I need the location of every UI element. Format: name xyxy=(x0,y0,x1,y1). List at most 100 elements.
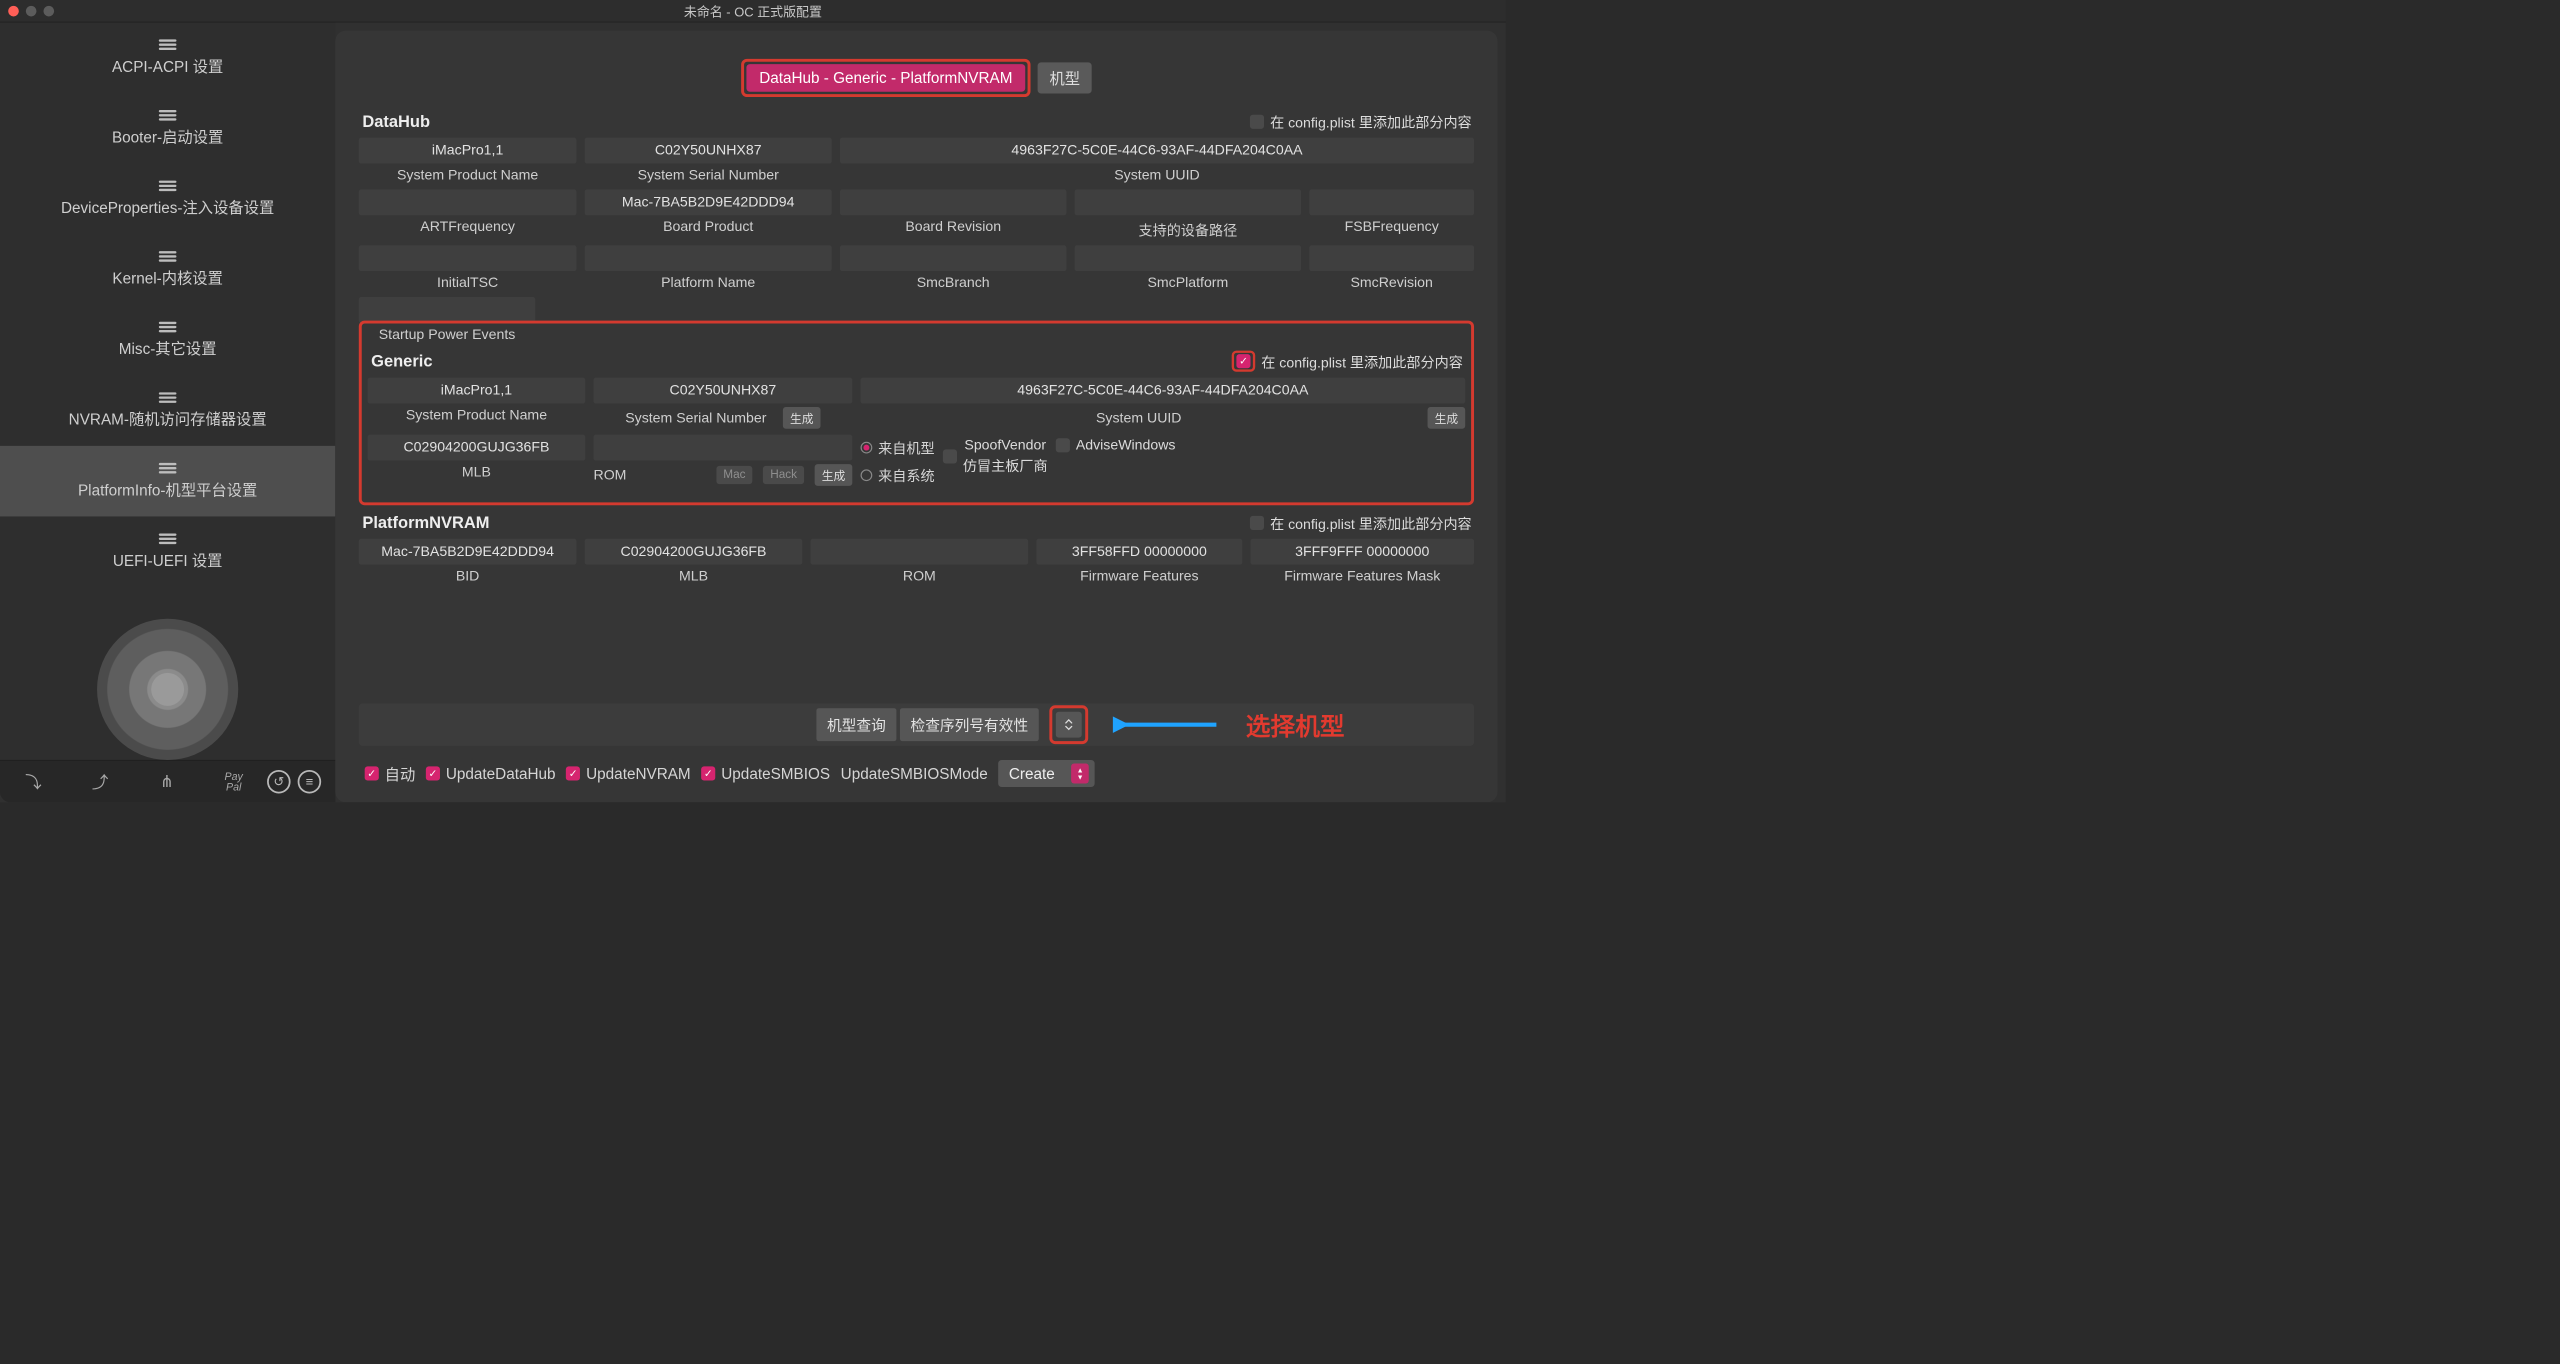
annotation-text: 选择机型 xyxy=(1246,707,1345,743)
nvram-fwfeatures-field[interactable]: 3FF58FFD 00000000 xyxy=(1036,539,1242,565)
minimize-window-button[interactable] xyxy=(26,6,37,17)
main-panel: DataHub - Generic - PlatformNVRAM 机型 Dat… xyxy=(335,31,1497,803)
nvram-rom-field[interactable] xyxy=(811,539,1029,565)
share-icon[interactable]: ⋔ xyxy=(134,760,201,802)
chevron-updown-icon: ▲▼ xyxy=(1071,763,1089,783)
sidebar-item-platforminfo[interactable]: PlatformInfo-机型平台设置 xyxy=(0,446,335,517)
datahub-spn-field[interactable]: iMacPro1,1 xyxy=(359,138,577,164)
tab-datahub-generic-nvram[interactable]: DataHub - Generic - PlatformNVRAM xyxy=(746,64,1025,92)
generic-spn-field[interactable]: iMacPro1,1 xyxy=(368,378,586,404)
field-label: FSBFrequency xyxy=(1345,219,1439,235)
sidebar-item-label: ACPI-ACPI 设置 xyxy=(112,54,223,76)
field-label: System Serial Number xyxy=(625,410,766,426)
generic-uuid-field[interactable]: 4963F27C-5C0E-44C6-93AF-44DFA204C0AA xyxy=(861,378,1466,404)
field-label: SmcPlatform xyxy=(1147,275,1228,291)
window-controls xyxy=(8,6,54,17)
import-icon[interactable]: ⤵ xyxy=(0,760,67,802)
radio-from-system[interactable]: 来自系统 xyxy=(861,465,935,486)
generic-ssn-field[interactable]: C02Y50UNHX87 xyxy=(593,378,852,404)
section-title-datahub: DataHub xyxy=(362,112,430,131)
sidebar-item-nvram[interactable]: NVRAM-随机访问存储器设置 xyxy=(0,375,335,446)
field-label: System Serial Number xyxy=(638,167,779,183)
advisewindows-checkbox[interactable]: AdviseWindows xyxy=(1056,435,1176,454)
sidebar-item-label: Booter-启动设置 xyxy=(112,125,223,147)
window-title: 未命名 - OC 正式版配置 xyxy=(684,1,822,20)
field-label: System Product Name xyxy=(397,167,538,183)
generate-ssn-button[interactable]: 生成 xyxy=(783,407,821,429)
checkbox-highlight: ✓ xyxy=(1232,351,1256,372)
model-query-button[interactable]: 机型查询 xyxy=(816,708,896,741)
datahub-smcplatform-field[interactable] xyxy=(1075,245,1301,271)
updatesmbiosmode-select[interactable]: Create ▲▼ xyxy=(998,760,1094,787)
generic-mlb-field[interactable]: C02904200GUJG36FB xyxy=(368,435,586,461)
field-label: ROM xyxy=(593,467,626,483)
field-label: Firmware Features Mask xyxy=(1284,568,1440,584)
checkbox-icon xyxy=(943,449,957,463)
datahub-smcbranch-field[interactable] xyxy=(840,245,1066,271)
radio-icon xyxy=(861,441,873,453)
field-label: SmcBranch xyxy=(917,275,990,291)
opt-updatedatahub-checkbox[interactable]: ✓UpdateDataHub xyxy=(426,764,556,782)
generic-highlight-box: Generic ✓ 在 config.plist 里添加此部分内容 iMacPr… xyxy=(359,321,1474,506)
checkbox-icon xyxy=(1250,516,1264,530)
spoofvendor-checkbox[interactable]: SpoofVendor仿冒主板厂商 xyxy=(943,435,1048,476)
model-select-dropdown[interactable] xyxy=(1056,712,1082,738)
checkbox-icon: ✓ xyxy=(701,766,715,780)
datahub-boardrev-field[interactable] xyxy=(840,189,1066,215)
export-icon[interactable]: ⤴ xyxy=(67,760,134,802)
list-icon xyxy=(159,463,177,475)
rom-generate-button[interactable]: 生成 xyxy=(815,464,853,486)
zoom-window-button[interactable] xyxy=(44,6,55,17)
datahub-add-checkbox[interactable]: 在 config.plist 里添加此部分内容 xyxy=(1250,111,1472,132)
paypal-icon[interactable]: PayPal xyxy=(200,760,267,802)
field-label: 支持的设备路径 xyxy=(1138,219,1237,240)
sidebar-item-label: UEFI-UEFI 设置 xyxy=(113,548,223,570)
nvram-add-checkbox[interactable]: 在 config.plist 里添加此部分内容 xyxy=(1250,512,1472,533)
sidebar-item-misc[interactable]: Misc-其它设置 xyxy=(0,305,335,376)
list-icon xyxy=(159,110,177,122)
titlebar: 未命名 - OC 正式版配置 xyxy=(0,0,1506,22)
datahub-ssn-field[interactable]: C02Y50UNHX87 xyxy=(585,138,832,164)
datahub-artfreq-field[interactable] xyxy=(359,189,577,215)
opt-updatenvram-checkbox[interactable]: ✓UpdateNVRAM xyxy=(566,764,691,782)
check-serial-button[interactable]: 检查序列号有效性 xyxy=(900,708,1039,741)
field-label: Board Product xyxy=(663,219,753,235)
menu-button[interactable]: ≡ xyxy=(298,770,322,794)
list-icon xyxy=(159,251,177,263)
sidebar-item-booter[interactable]: Booter-启动设置 xyxy=(0,93,335,164)
tab-model[interactable]: 机型 xyxy=(1038,62,1092,93)
radio-icon xyxy=(861,469,873,481)
checkbox-icon: ✓ xyxy=(1237,354,1251,368)
sidebar-item-kernel[interactable]: Kernel-内核设置 xyxy=(0,234,335,305)
field-label: Board Revision xyxy=(905,219,1001,235)
nvram-bid-field[interactable]: Mac-7BA5B2D9E42DDD94 xyxy=(359,539,577,565)
datahub-fsbfreq-field[interactable] xyxy=(1309,189,1474,215)
list-icon xyxy=(159,39,177,51)
rom-mac-button[interactable]: Mac xyxy=(716,466,752,484)
opt-auto-checkbox[interactable]: ✓自动 xyxy=(365,763,416,785)
datahub-smcrevision-field[interactable] xyxy=(1309,245,1474,271)
close-window-button[interactable] xyxy=(8,6,19,17)
datahub-platformname-field[interactable] xyxy=(585,245,832,271)
datahub-boardproduct-field[interactable]: Mac-7BA5B2D9E42DDD94 xyxy=(585,189,832,215)
generic-add-checkbox[interactable]: ✓ 在 config.plist 里添加此部分内容 xyxy=(1232,351,1463,372)
sidebar-item-deviceproperties[interactable]: DeviceProperties-注入设备设置 xyxy=(0,164,335,235)
nvram-fwfeaturesmask-field[interactable]: 3FFF9FFF 00000000 xyxy=(1251,539,1475,565)
datahub-uuid-field[interactable]: 4963F27C-5C0E-44C6-93AF-44DFA204C0AA xyxy=(840,138,1474,164)
nvram-mlb-field[interactable]: C02904200GUJG36FB xyxy=(585,539,803,565)
sidebar-item-acpi[interactable]: ACPI-ACPI 设置 xyxy=(0,22,335,93)
model-dropdown-highlight xyxy=(1049,705,1088,744)
generic-rom-field[interactable] xyxy=(593,435,852,461)
generate-uuid-button[interactable]: 生成 xyxy=(1428,407,1466,429)
jog-dial[interactable] xyxy=(97,619,238,760)
datahub-startuppower-field[interactable] xyxy=(359,297,535,323)
updatesmbiosmode-label: UpdateSMBIOSMode xyxy=(841,764,988,782)
sidebar-item-uefi[interactable]: UEFI-UEFI 设置 xyxy=(0,516,335,587)
field-label: System UUID xyxy=(1096,410,1182,426)
rom-hack-button[interactable]: Hack xyxy=(763,466,804,484)
radio-from-model[interactable]: 来自机型 xyxy=(861,437,935,458)
datahub-initialtsc-field[interactable] xyxy=(359,245,577,271)
opt-updatesmbios-checkbox[interactable]: ✓UpdateSMBIOS xyxy=(701,764,830,782)
datahub-devpath-field[interactable] xyxy=(1075,189,1301,215)
undo-button[interactable]: ↺ xyxy=(267,770,291,794)
